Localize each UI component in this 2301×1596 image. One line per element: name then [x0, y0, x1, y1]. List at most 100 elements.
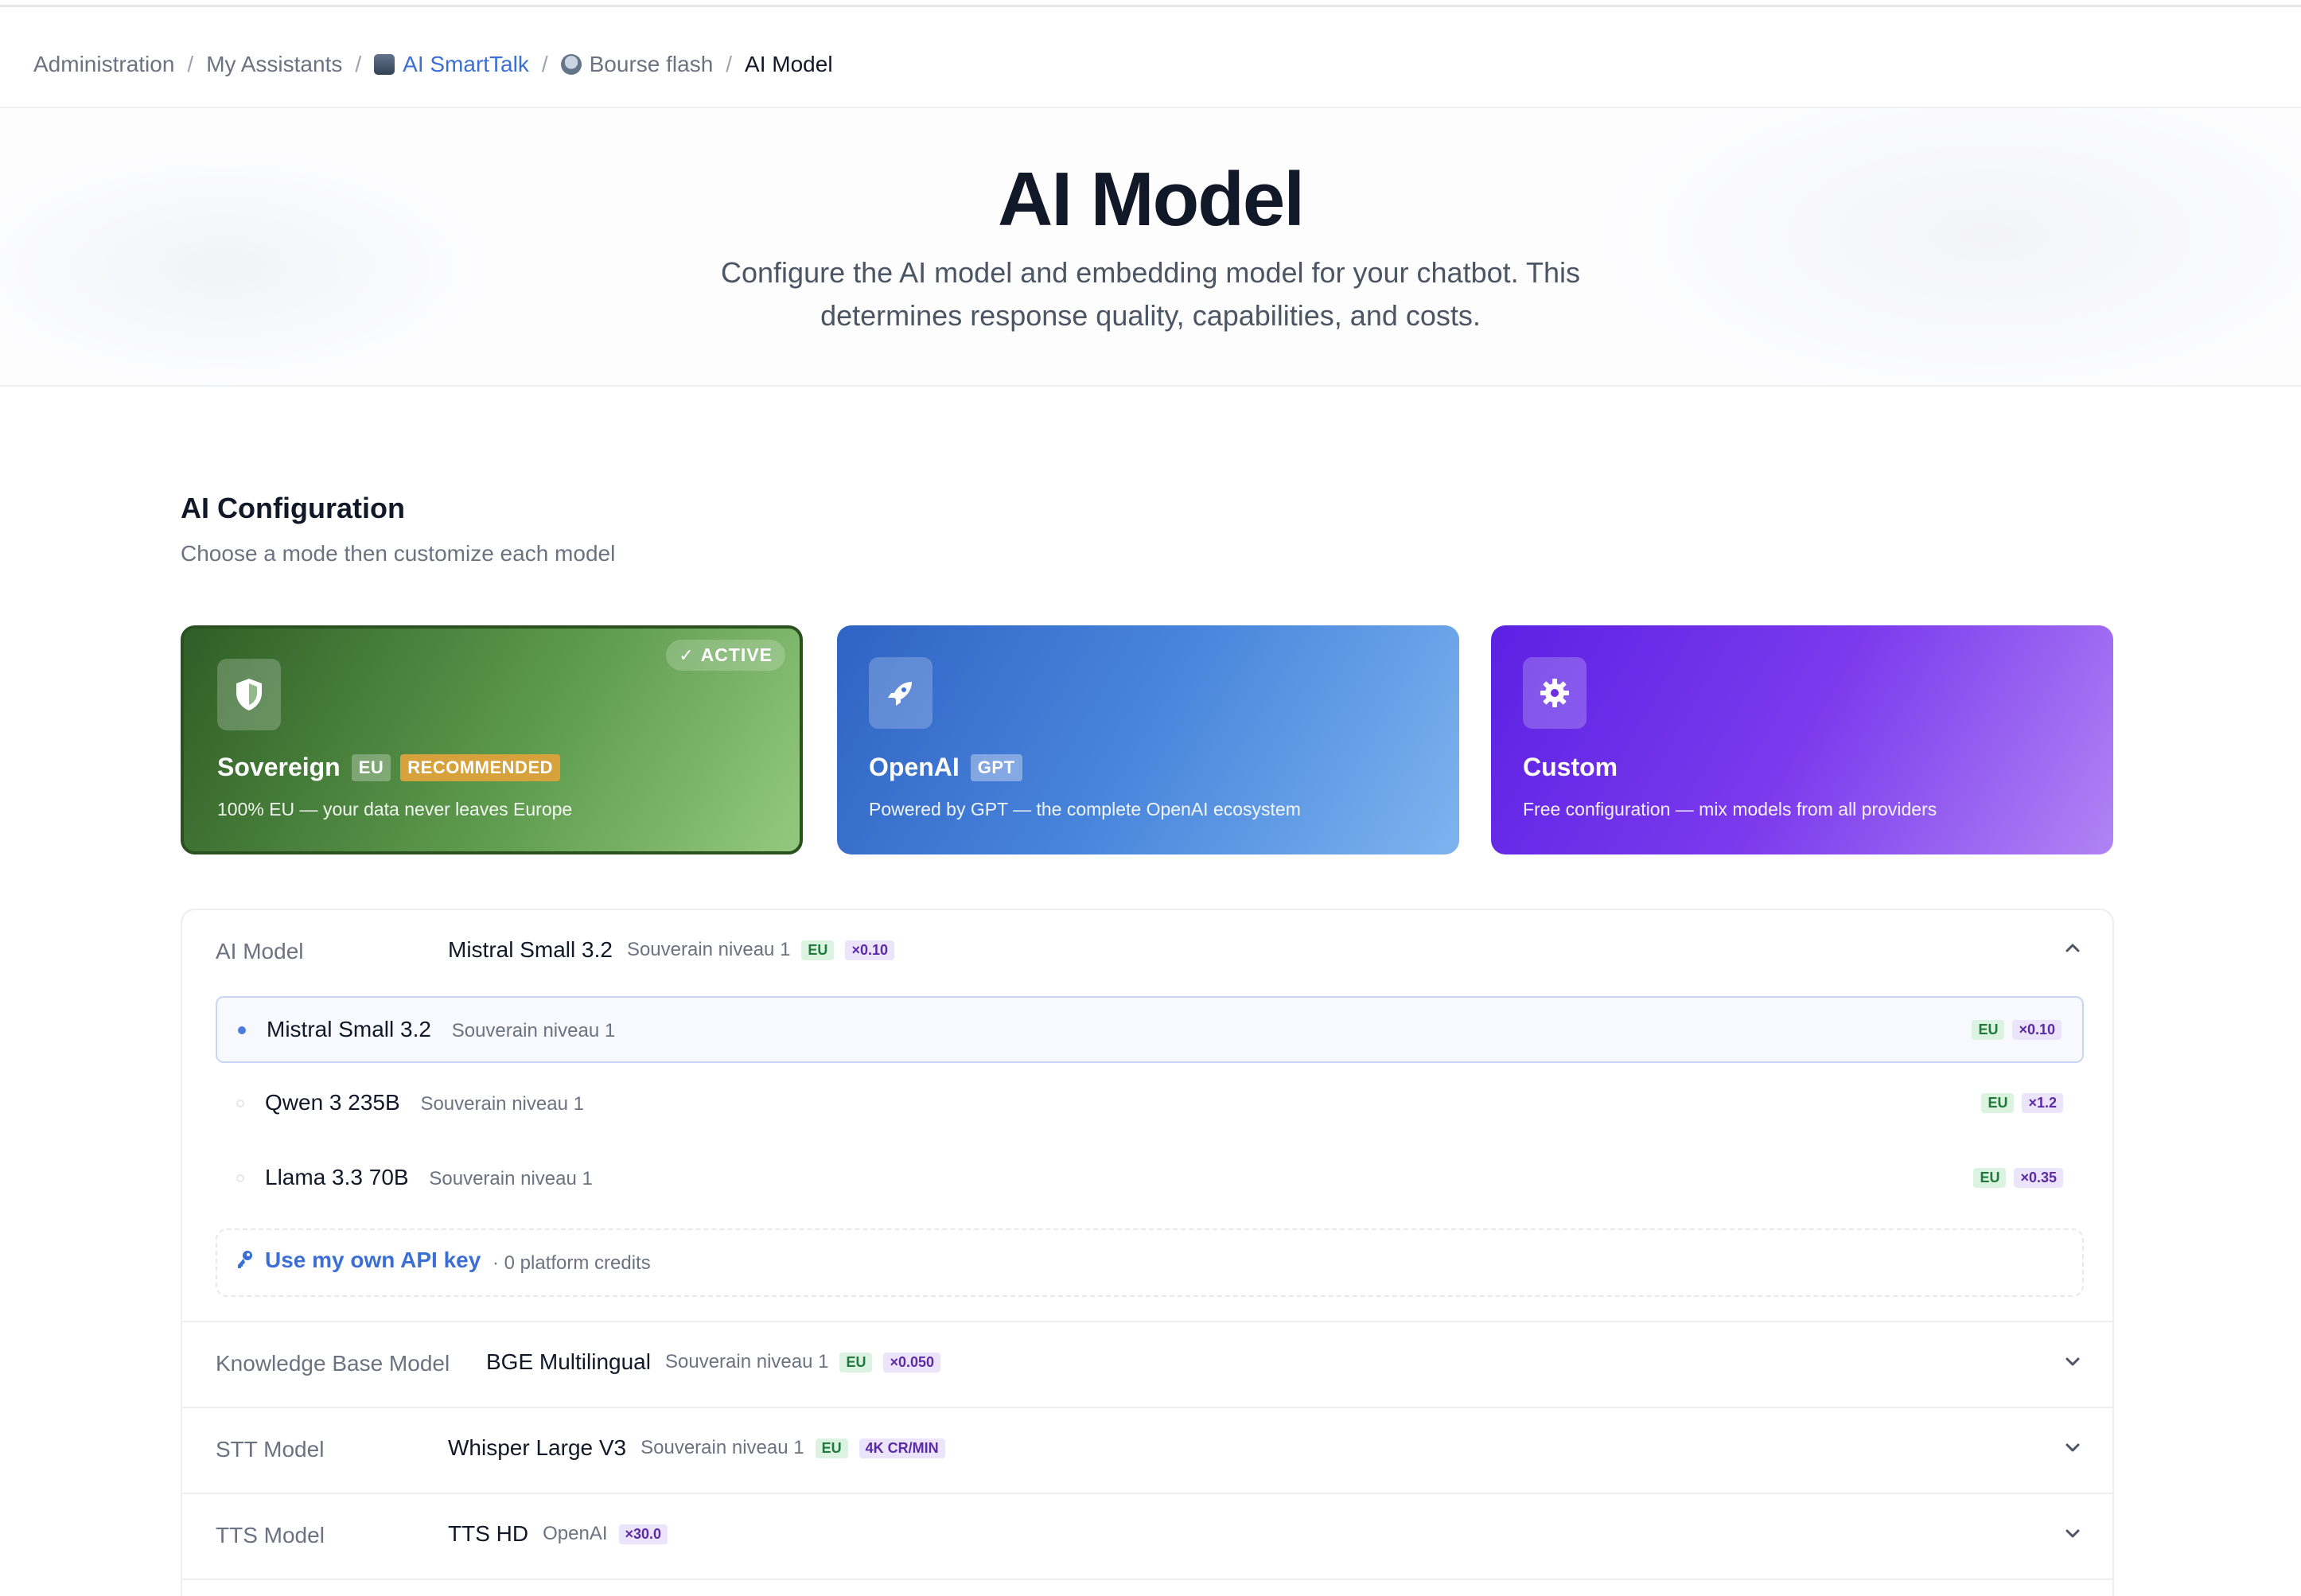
row-value: BGE Multilingual Souverain niveau 1 EU ×… [486, 1349, 941, 1375]
row-value: Mistral Small 3.2 Souverain niveau 1 EU … [448, 937, 894, 963]
model-name: TTS HD [448, 1521, 529, 1546]
mode-name-text: OpenAI [869, 753, 960, 781]
model-level: Souverain niveau 1 [640, 1437, 804, 1458]
own-api-key-box: Use my own API key · 0 platform credits [216, 1228, 2084, 1297]
model-config-panel: AI Model Mistral Small 3.2 Souverain niv… [181, 909, 2114, 1596]
shield-icon [217, 659, 281, 730]
multiplier-pill: ×30.0 [618, 1524, 668, 1544]
row-label: Knowledge Base Model [216, 1351, 450, 1376]
breadcrumb-label: Bourse flash [589, 52, 714, 76]
option-label: Mistral Small 3.2 Souverain niveau 1 [267, 1017, 615, 1042]
chevron-down-icon[interactable] [2063, 1437, 2082, 1462]
option-label: Llama 3.3 70B Souverain niveau 1 [265, 1165, 593, 1190]
multiplier-pill: ×0.35 [2014, 1168, 2063, 1188]
option-level: Souverain niveau 1 [429, 1168, 593, 1189]
page-header: AI Model Configure the AI model and embe… [0, 107, 2301, 387]
active-label: ACTIVE [700, 644, 773, 665]
platform-credits: · 0 platform credits [493, 1252, 651, 1274]
multiplier-pill: ×1.2 [2022, 1093, 2063, 1113]
breadcrumb-separator: / [187, 52, 194, 76]
recommended-tag: RECOMMENDED [400, 753, 561, 781]
breadcrumb-administration[interactable]: Administration [33, 52, 174, 77]
mode-name: Sovereign EU RECOMMENDED [217, 753, 561, 782]
check-icon: ✓ [679, 644, 695, 665]
breadcrumb-separator: / [355, 52, 362, 76]
model-option[interactable]: Llama 3.3 70B Souverain niveau 1 EU ×0.3… [216, 1146, 2084, 1213]
breadcrumb-label: My Assistants [206, 52, 343, 76]
mode-card-openai[interactable]: OpenAI GPT Powered by GPT — the complete… [837, 625, 1459, 854]
gear-icon [1523, 657, 1587, 729]
chevron-down-icon[interactable] [2063, 1523, 2082, 1548]
option-tags: EU ×0.35 [1962, 1168, 2063, 1188]
mode-description: Powered by GPT — the complete OpenAI eco… [869, 799, 1301, 819]
mode-description: 100% EU — your data never leaves Europe [217, 799, 573, 819]
breadcrumb-label: AI Model [745, 52, 833, 76]
radio-selected-icon [238, 1026, 246, 1034]
model-provider: OpenAI [543, 1523, 608, 1544]
multiplier-pill: ×0.10 [845, 940, 894, 960]
breadcrumb-separator: / [726, 52, 733, 76]
building-icon [374, 54, 395, 75]
mode-description: Free configuration — mix models from all… [1523, 799, 1937, 819]
mode-name-text: Custom [1523, 753, 1618, 781]
eu-pill: EU [1973, 1168, 2007, 1188]
model-name: Mistral Small 3.2 [448, 937, 613, 962]
radio-empty-icon [236, 1174, 244, 1182]
active-badge: ✓ ACTIVE [666, 640, 785, 671]
chevron-down-icon[interactable] [2063, 1351, 2082, 1376]
model-option[interactable]: Qwen 3 235B Souverain niveau 1 EU ×1.2 [216, 1071, 2084, 1138]
section-title: AI Configuration [181, 492, 405, 524]
eu-pill: EU [839, 1352, 873, 1372]
top-border [0, 5, 2301, 7]
page-subtitle: Configure the AI model and embedding mod… [721, 256, 1580, 332]
breadcrumb-bourse-flash[interactable]: Bourse flash [560, 52, 714, 77]
model-name: BGE Multilingual [486, 1349, 651, 1374]
mode-name: Custom [1523, 753, 1618, 782]
multiplier-pill: ×0.050 [883, 1352, 941, 1372]
eu-pill: EU [801, 940, 835, 960]
eu-pill: EU [1972, 1020, 2005, 1040]
robot-icon [560, 54, 582, 75]
chevron-up-icon[interactable] [2063, 937, 2082, 963]
model-level: Souverain niveau 1 [626, 939, 791, 960]
row-value: Whisper Large V3 Souverain niveau 1 EU 4… [448, 1435, 945, 1461]
breadcrumb-my-assistants[interactable]: My Assistants [206, 52, 342, 77]
stt-model-row[interactable]: STT Model Whisper Large V3 Souverain niv… [182, 1408, 2116, 1493]
option-level: Souverain niveau 1 [451, 1020, 616, 1041]
multiplier-pill: 4K CR/MIN [858, 1438, 945, 1458]
divider [182, 1578, 2112, 1580]
breadcrumb-ai-smarttalk[interactable]: AI SmartTalk [374, 52, 529, 77]
row-label: STT Model [216, 1437, 325, 1462]
model-name: Whisper Large V3 [448, 1435, 627, 1460]
eu-tag: EU [351, 753, 391, 781]
model-level: Souverain niveau 1 [664, 1351, 829, 1372]
option-name: Llama 3.3 70B [265, 1165, 409, 1189]
option-level: Souverain niveau 1 [420, 1093, 584, 1115]
key-icon [236, 1249, 254, 1275]
ai-model-row-header[interactable]: AI Model Mistral Small 3.2 Souverain niv… [182, 910, 2116, 963]
option-tags: EU ×1.2 [1970, 1093, 2063, 1113]
breadcrumb-current: AI Model [745, 52, 833, 77]
kb-model-row[interactable]: Knowledge Base Model BGE Multilingual So… [182, 1322, 2116, 1407]
row-value: TTS HD OpenAI ×30.0 [448, 1521, 668, 1547]
option-label: Qwen 3 235B Souverain niveau 1 [265, 1090, 584, 1115]
mode-card-sovereign[interactable]: ✓ ACTIVE Sovereign EU RECOMMENDED 100% E… [181, 625, 803, 854]
rocket-icon [869, 657, 932, 729]
mode-name: OpenAI GPT [869, 753, 1022, 782]
row-label: AI Model [216, 939, 304, 963]
multiplier-pill: ×0.10 [2012, 1020, 2062, 1040]
eu-pill: EU [1981, 1093, 2015, 1113]
breadcrumb-label: Administration [33, 52, 175, 76]
option-name: Mistral Small 3.2 [267, 1017, 431, 1041]
tts-model-row[interactable]: TTS Model TTS HD OpenAI ×30.0 [182, 1494, 2116, 1578]
option-name: Qwen 3 235B [265, 1090, 400, 1115]
model-option[interactable]: Mistral Small 3.2 Souverain niveau 1 EU … [216, 996, 2084, 1063]
row-label: TTS Model [216, 1523, 325, 1547]
own-api-key-link[interactable]: Use my own API key [265, 1248, 481, 1273]
section-subtitle: Choose a mode then customize each model [181, 541, 616, 566]
breadcrumb-label: AI SmartTalk [403, 52, 529, 76]
option-tags: EU ×0.10 [1960, 1020, 2062, 1040]
mode-card-custom[interactable]: Custom Free configuration — mix models f… [1491, 625, 2113, 854]
eu-pill: EU [815, 1438, 848, 1458]
radio-empty-icon [236, 1100, 244, 1107]
